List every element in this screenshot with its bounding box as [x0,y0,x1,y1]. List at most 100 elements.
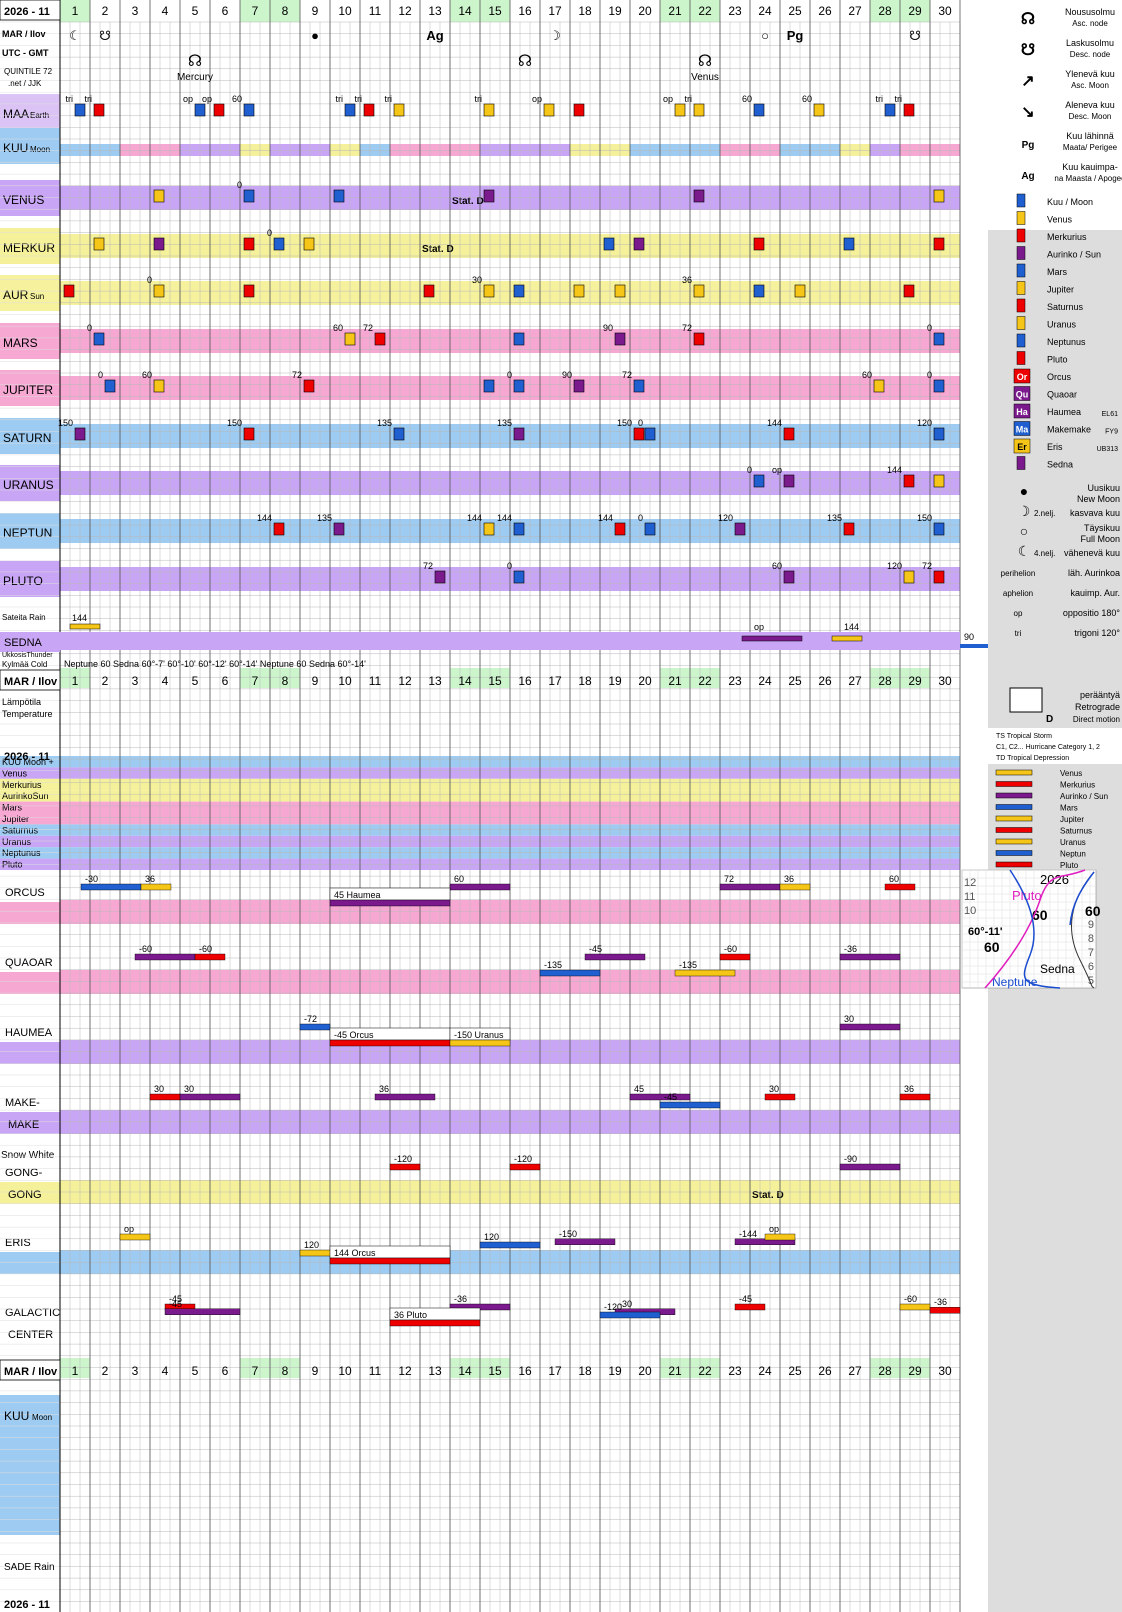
day-number: 8 [282,674,289,688]
aspect-marker [63,284,75,298]
legend-tag: Ha [1016,407,1028,417]
slow-bar [539,969,601,977]
inset-tick: 10 [964,905,976,917]
slow-bar [734,1303,766,1311]
slow-bar [119,1233,151,1241]
aspect-marker [153,284,165,298]
aspect-label: 135 [497,418,512,428]
inset-tick: 7 [1088,947,1094,959]
aspect-label: 0 [638,418,643,428]
moon-segment [810,144,840,156]
slow-bar [554,1238,616,1246]
legend-swatch-text: Uranus [1047,320,1077,330]
aspect-label: 0 [507,561,512,571]
legend-line-swatch [995,781,1033,787]
bottom-moon-sub: Moon [32,1413,52,1422]
legend-swatch-text: Makemake [1047,425,1091,435]
slow-bar [929,1306,961,1314]
aspect-label: 144 [257,513,272,523]
inset-year: 2026 [1040,872,1069,887]
day-number: 21 [668,4,682,18]
aspect-label: 144 [497,513,512,523]
slow-bar-label: -45 [589,944,602,954]
aspect-marker [933,570,945,584]
header-label: 2026 - 11 [4,6,50,18]
temperature-label: Lämpötila [2,697,41,707]
day-number: 11 [369,674,382,688]
aspect-marker [93,103,105,117]
legend-swatch-text: Venus [1047,215,1073,225]
aspect-marker [933,332,945,346]
aspect-label: op [202,94,212,104]
legend-line-text: Uranus [1060,838,1086,847]
aspect-label: 0 [507,370,512,380]
inset-tick: 5 [1088,975,1094,987]
day-number: 19 [608,1364,622,1378]
slow-bar-label: 45 Haumea [334,890,381,900]
aspect-label: 60 [232,94,242,104]
moon-segment [420,144,450,156]
month-label: MAR / Ilov [2,29,46,39]
day-number: 4 [162,4,169,18]
aspect-marker [644,522,656,536]
legend-phase-text: trigoni 120° [1074,628,1120,638]
planet-sublabel: Sun [30,292,44,301]
day-number: 29 [908,1364,922,1378]
storm-legend-line: TD Tropical Depression [996,755,1069,762]
aspect-marker [753,284,765,298]
moon-event-symbol: Pg [787,28,804,43]
aspect-marker [693,189,705,203]
day-number: 7 [252,4,259,18]
moon-event-symbol: ● [311,28,319,43]
slow-bar [389,1319,481,1327]
legend-phase-icon: ● [1020,483,1028,499]
legend-phase-text2: Full Moon [1080,534,1120,544]
legend-phase-icon: ☾ [1018,543,1031,559]
moon-segment [540,144,570,156]
aspect-label: 90 [603,323,613,333]
thunder-label: UkkosisThunder [2,652,53,659]
aspect-marker [903,284,915,298]
retro-box [1009,687,1043,713]
aspect-marker [933,237,945,251]
planet-sublabel: Moon [30,145,50,154]
slow-bar [299,1023,331,1031]
legend-swatch-text: Aurinko / Sun [1047,250,1101,260]
slow-bar [449,883,511,891]
slow-bar [659,1101,721,1109]
mini-row-label: Saturnus [2,825,39,835]
moon-segment [660,144,690,156]
slow-bar [449,1039,511,1047]
node-symbol: ☊ [518,53,532,70]
aspect-label: 150 [58,418,73,428]
legend-phase-text: Uusikuu [1087,483,1120,493]
aspect-label: 60 [142,370,152,380]
day-number: 9 [312,4,319,18]
inset-60-c: 60 [984,939,1000,955]
moon-segment [450,144,480,156]
mini-row-label: AurinkoSun [2,791,49,801]
day-number: 14 [458,1364,472,1378]
aspect-marker [693,284,705,298]
aspect-marker [783,474,795,488]
aspect-label: 0 [87,323,92,333]
cold-label: Kylmää Cold [2,660,47,669]
aspect-marker [153,189,165,203]
legend-text2: Asc. node [1072,19,1108,28]
moon-event-symbol: ☽ [549,28,561,43]
aspect-marker [333,189,345,203]
slow-label: ORCUS [5,887,45,899]
slow-bar-label: -120 [604,1302,622,1312]
aspect-marker [693,103,705,117]
legend-icon: Ag [1021,171,1034,182]
aspect-marker [873,379,885,393]
legend-phase-text: oppositio 180° [1063,608,1121,618]
legend-text: Kuu kauimpa- [1062,162,1118,172]
aspect-marker [903,103,915,117]
day-number: 19 [608,4,622,18]
moon-segment [840,144,870,156]
aspect-label: tri [385,94,393,104]
day-number: 26 [818,1364,832,1378]
moon-segment [210,144,240,156]
aspect-marker [933,379,945,393]
